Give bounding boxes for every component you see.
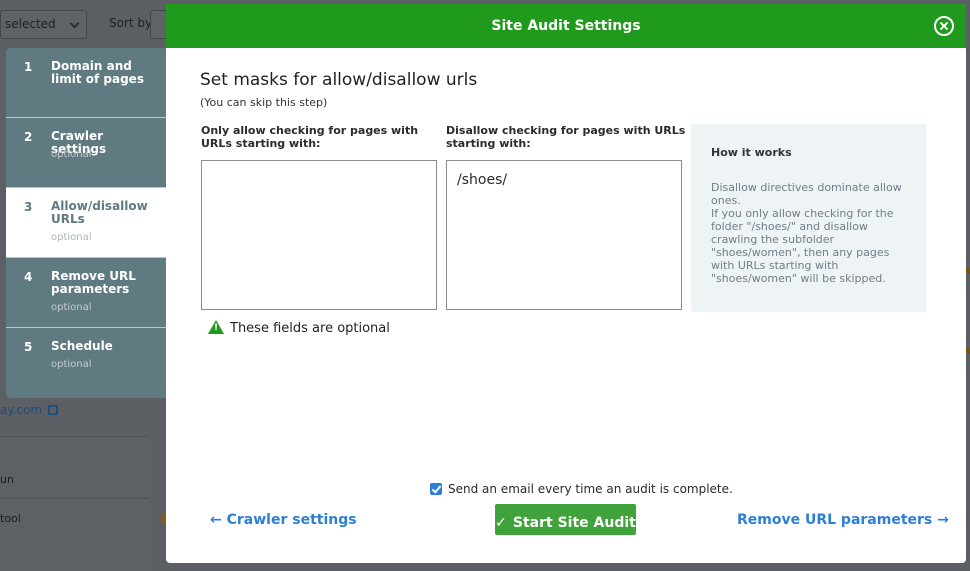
start-site-audit-label: Start Site Audit [512,515,636,531]
step-number: 4 [24,270,33,284]
step-optional-label: optional [51,149,92,160]
bg-filter-select: selected [0,10,87,39]
step-crawler-settings[interactable]: 2 Crawler settings optional [6,118,166,188]
bg-domain-text: ay.com [0,403,43,417]
step-title: Domain and limit of pages [51,59,144,86]
allow-field-label: Only allow checking for pages with URLs … [201,124,419,150]
arrow-left-icon: ← [210,512,222,528]
optional-note: These fields are optional [208,320,390,336]
optional-note-text: These fields are optional [230,321,390,336]
page-title: Set masks for allow/disallow urls [200,70,478,90]
step-optional-label: optional [51,302,92,313]
page-subtitle: (You can skip this step) [200,96,328,109]
bg-panel [0,436,148,571]
bg-divider [0,498,148,499]
external-link-icon [48,405,59,415]
step-remove-url-parameters[interactable]: 4 Remove URL parameters optional [6,258,166,328]
email-checkbox-label: Send an email every time an audit is com… [448,482,733,496]
disallow-field-label: Disallow checking for pages with URLs st… [446,124,686,150]
modal-title: Site Audit Settings [491,18,641,34]
checkmark-icon: ✓ [495,515,507,531]
modal-header: Site Audit Settings [166,4,966,48]
step-allow-disallow-urls[interactable]: 3 Allow/disallow URLs optional [6,188,166,258]
bg-edge-marker [966,348,970,354]
bg-domain-link: ay.com [0,403,59,417]
bg-row-run: un [0,473,14,486]
allow-urls-input[interactable] [201,160,437,310]
wizard-steps-sidebar: 1 Domain and limit of pages 2 Crawler se… [6,48,166,398]
chevron-down-icon [69,18,80,29]
bg-row-tool: tool [0,512,21,525]
bg-edge-marker [966,268,970,274]
warning-icon [208,320,224,334]
step-optional-label: optional [51,232,92,243]
email-notification-option[interactable]: Send an email every time an audit is com… [430,482,733,496]
disallow-urls-input[interactable] [446,160,682,310]
close-icon[interactable] [934,16,954,36]
step-number: 5 [24,340,33,354]
how-it-works-panel: How it works Disallow directives dominat… [691,124,926,312]
step-schedule[interactable]: 5 Schedule optional [6,328,166,398]
site-audit-settings-modal: Site Audit Settings Set masks for allow/… [166,4,966,563]
step-domain-and-limit[interactable]: 1 Domain and limit of pages [6,48,166,118]
start-site-audit-button[interactable]: ✓ Start Site Audit [495,504,636,535]
step-title: Schedule [51,339,113,353]
previous-step-label: Crawler settings [226,512,357,528]
step-title: Allow/disallow URLs [51,199,148,226]
step-optional-label: optional [51,359,92,370]
bg-filter-select-label: selected [5,17,56,31]
step-number: 1 [24,60,33,74]
bg-sort-label: Sort by [109,16,153,30]
step-number: 2 [24,130,33,144]
arrow-right-icon: → [937,512,949,528]
how-it-works-text: Disallow directives dominate allow ones.… [711,181,902,285]
step-number: 3 [24,200,33,214]
email-checkbox[interactable] [430,483,442,495]
previous-step-link[interactable]: ← Crawler settings [210,512,357,528]
how-it-works-title: How it works [711,146,792,159]
step-title: Remove URL parameters [51,269,136,296]
next-step-link[interactable]: Remove URL parameters → [737,512,949,528]
next-step-label: Remove URL parameters [737,512,933,528]
